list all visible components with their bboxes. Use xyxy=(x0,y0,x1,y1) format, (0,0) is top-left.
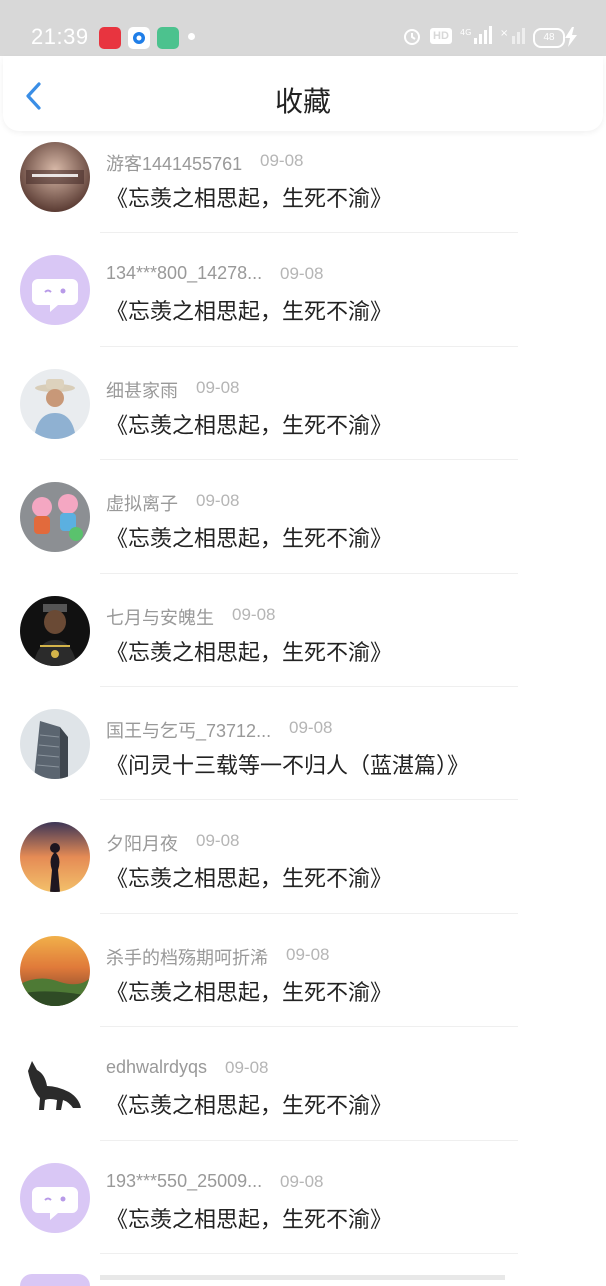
book-title[interactable]: 《忘羡之相思起，生死不渝》 xyxy=(106,861,392,893)
status-bar: 21:39 HD 4G × 48 xyxy=(0,0,606,56)
list-item[interactable]: 国王与乞丐_73712... 09-08 《问灵十三载等一不归人（蓝湛篇）》 xyxy=(0,687,606,801)
avatar[interactable] xyxy=(20,482,90,553)
avatar[interactable] xyxy=(20,822,90,893)
book-title[interactable]: 《忘羡之相思起，生死不渝》 xyxy=(106,1202,392,1234)
app-notification-icon xyxy=(99,27,121,49)
username: 国王与乞丐_73712... xyxy=(106,720,272,741)
list-item[interactable]: 七月与安魄生 09-08 《忘羡之相思起，生死不渝》 xyxy=(0,574,606,687)
username: 虚拟离子 xyxy=(106,494,178,515)
avatar[interactable] xyxy=(20,708,90,779)
avatar xyxy=(20,1274,90,1286)
username: 杀手的档殇期呵折浠 xyxy=(106,947,268,968)
book-title[interactable]: 《忘羡之相思起，生死不渝》 xyxy=(106,294,392,326)
username: 193***550_25009... xyxy=(106,1170,263,1191)
favorites-list: 游客1441455761 09-08 《忘羡之相思起，生死不渝》 134***800_… xyxy=(0,120,606,1254)
alarm-icon xyxy=(402,26,422,51)
app-notification-icon xyxy=(128,27,150,49)
avatar[interactable] xyxy=(20,142,90,212)
page-title: 收藏 xyxy=(274,86,331,117)
avatar[interactable] xyxy=(20,935,90,1006)
username: edhwalrdyqs xyxy=(106,1057,208,1078)
list-item[interactable]: edhwalrdyqs 09-08 《忘羡之相思起，生死不渝》 xyxy=(0,1027,606,1141)
date: 09-08 xyxy=(280,1171,324,1191)
app-notification-icon xyxy=(157,27,179,49)
username: 七月与安魄生 xyxy=(106,607,214,628)
more-notifications-dot xyxy=(188,33,195,40)
book-title[interactable]: 《问灵十三载等一不归人（蓝湛篇）》 xyxy=(106,748,469,780)
charging-icon xyxy=(565,27,577,52)
list-item[interactable]: 游客1441455761 09-08 《忘羡之相思起，生死不渝》 xyxy=(0,120,606,234)
list-item[interactable]: 134***800_14278... 09-08 《忘羡之相思起，生死不渝》 xyxy=(0,233,606,347)
book-title[interactable]: 《忘羡之相思起，生死不渝》 xyxy=(106,181,392,213)
list-item[interactable]: 细甚家雨 09-08 《忘羡之相思起，生死不渝》 xyxy=(0,347,606,461)
date: 09-08 xyxy=(225,1058,269,1078)
list-item[interactable]: 杀手的档殇期呵折浠 09-08 《忘羡之相思起，生死不渝》 xyxy=(0,914,606,1028)
hd-badge: HD xyxy=(430,28,452,44)
avatar[interactable] xyxy=(20,1049,90,1120)
date: 09-08 xyxy=(196,377,240,397)
divider xyxy=(100,1252,518,1254)
username: 134***800_14278... xyxy=(106,263,263,284)
book-title[interactable]: 《忘羡之相思起，生死不渝》 xyxy=(106,975,392,1007)
battery-icon: 48 xyxy=(533,28,565,48)
date: 09-08 xyxy=(289,717,333,737)
avatar[interactable] xyxy=(20,595,90,666)
secondary-signal-icon: × xyxy=(500,26,526,51)
list-item[interactable]: 夕阳月夜 09-08 《忘羡之相思起，生死不渝》 xyxy=(0,800,606,914)
book-title[interactable]: 《忘羡之相思起，生死不渝》 xyxy=(106,635,392,667)
svg-text:×: × xyxy=(500,28,508,39)
username: 夕阳月夜 xyxy=(106,834,178,855)
signal-icon: 4G xyxy=(460,26,492,51)
list-item[interactable]: 193***550_25009... 09-08 《忘羡之相思起，生死不渝》 xyxy=(0,1141,606,1254)
list-item-peek xyxy=(100,1275,505,1280)
username: 细甚家雨 xyxy=(106,380,178,401)
username: 游客1441455761 xyxy=(106,154,243,174)
list-item[interactable]: 虚拟离子 09-08 《忘羡之相思起，生死不渝》 xyxy=(0,460,606,574)
date: 09-08 xyxy=(286,944,330,964)
avatar[interactable] xyxy=(20,255,90,326)
date: 09-08 xyxy=(196,491,240,511)
date: 09-08 xyxy=(196,831,240,851)
status-time: 21:39 xyxy=(31,24,89,49)
book-title[interactable]: 《忘羡之相思起，生死不渝》 xyxy=(106,521,392,553)
avatar[interactable] xyxy=(20,368,90,439)
date: 09-08 xyxy=(280,264,324,284)
book-title[interactable]: 《忘羡之相思起，生死不渝》 xyxy=(106,408,392,440)
avatar[interactable] xyxy=(20,1162,90,1233)
date: 09-08 xyxy=(232,604,276,624)
svg-text:4G: 4G xyxy=(460,28,471,37)
date: 09-08 xyxy=(260,151,304,170)
book-title[interactable]: 《忘羡之相思起，生死不渝》 xyxy=(106,1088,392,1120)
